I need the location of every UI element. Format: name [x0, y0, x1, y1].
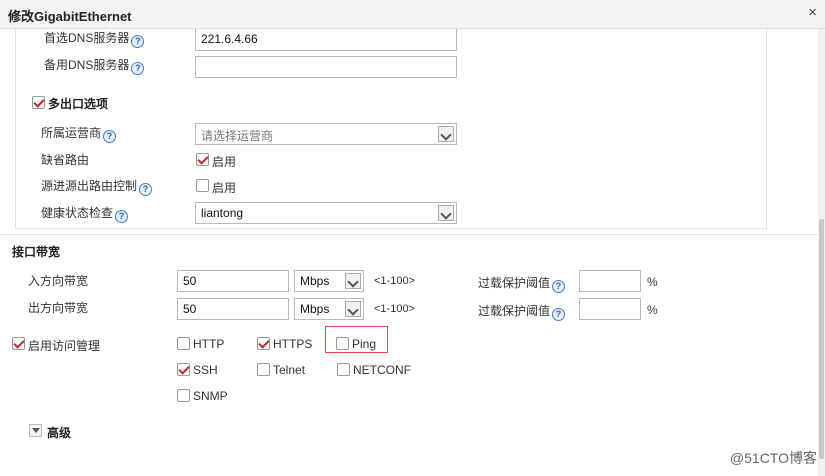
expand-triangle-icon[interactable] [29, 424, 42, 437]
health-check-select[interactable]: liantong [195, 202, 457, 224]
inbound-threshold-input[interactable] [579, 270, 641, 292]
multi-exit-label: 多出口选项 [48, 97, 109, 111]
bandwidth-section-label: 接口带宽 [12, 245, 61, 259]
access-management-checkbox[interactable] [12, 337, 25, 350]
inbound-bandwidth-input[interactable]: 50 [177, 270, 289, 292]
ssh-checkbox[interactable] [177, 363, 190, 376]
access-management-label: 启用访问管理 [28, 339, 101, 353]
help-icon[interactable]: ? [552, 308, 566, 321]
advanced-label[interactable]: 高级 [47, 424, 71, 441]
chevron-down-icon [345, 273, 361, 289]
dialog-content: 首选DNS服务器? 221.6.4.66 备用DNS服务器? 多出口选项 所属运… [0, 29, 818, 476]
inbound-range-hint: <1-100> [374, 275, 415, 287]
divider [0, 234, 818, 235]
ping-label: Ping [352, 337, 377, 351]
default-route-checkbox[interactable] [196, 153, 209, 166]
carrier-select[interactable]: 请选择运营商 [195, 123, 457, 145]
outbound-threshold-input[interactable] [579, 298, 641, 320]
health-check-label: 健康状态检查? [41, 204, 129, 223]
help-icon[interactable]: ? [131, 35, 145, 48]
help-icon[interactable]: ? [131, 62, 145, 75]
help-icon[interactable]: ? [552, 280, 566, 293]
primary-dns-label: 首选DNS服务器? [44, 29, 145, 48]
telnet-label: Telnet [273, 363, 306, 377]
netconf-label: NETCONF [353, 363, 411, 377]
https-label: HTTPS [273, 337, 313, 351]
snmp-label: SNMP [193, 389, 228, 403]
src-route-label: 源进源出路由控制? [41, 177, 153, 196]
scrollbar[interactable] [818, 29, 825, 476]
watermark: @51CTO博客 [729, 450, 817, 466]
http-label: HTTP [193, 337, 225, 351]
https-checkbox[interactable] [257, 337, 270, 350]
src-route-checkbox[interactable] [196, 179, 209, 192]
inbound-bandwidth-label: 入方向带宽 [28, 274, 89, 288]
secondary-dns-label: 备用DNS服务器? [44, 56, 145, 75]
inbound-unit-select[interactable]: Mbps [294, 270, 364, 292]
outbound-percent-sign: % [647, 303, 658, 317]
outbound-unit-select[interactable]: Mbps [294, 298, 364, 320]
chevron-down-icon [345, 301, 361, 317]
multi-exit-checkbox[interactable] [32, 96, 45, 109]
inbound-threshold-label: 过载保护阈值? [478, 274, 566, 293]
scrollbar-thumb[interactable] [819, 219, 824, 459]
netconf-checkbox[interactable] [337, 363, 350, 376]
outbound-bandwidth-input[interactable]: 50 [177, 298, 289, 320]
default-route-option: 启用 [212, 155, 237, 169]
default-route-label: 缺省路由 [41, 153, 90, 167]
ssh-label: SSH [193, 363, 218, 377]
chevron-down-icon [438, 126, 454, 142]
close-icon[interactable]: × [808, 5, 817, 21]
inbound-percent-sign: % [647, 275, 658, 289]
snmp-checkbox[interactable] [177, 389, 190, 402]
telnet-checkbox[interactable] [257, 363, 270, 376]
src-route-option: 启用 [212, 181, 237, 195]
ping-checkbox[interactable] [336, 337, 349, 350]
help-icon[interactable]: ? [103, 130, 117, 143]
dialog-titlebar: 修改GigabitEthernet × [0, 0, 825, 29]
dialog-title: 修改GigabitEthernet [8, 9, 132, 24]
chevron-down-icon [438, 205, 454, 221]
http-checkbox[interactable] [177, 337, 190, 350]
help-icon[interactable]: ? [139, 183, 153, 196]
help-icon[interactable]: ? [115, 210, 129, 223]
secondary-dns-input[interactable] [195, 56, 457, 78]
outbound-range-hint: <1-100> [374, 303, 415, 315]
outbound-bandwidth-label: 出方向带宽 [28, 301, 89, 315]
carrier-label: 所属运营商? [41, 124, 117, 143]
primary-dns-input[interactable]: 221.6.4.66 [195, 29, 457, 51]
outbound-threshold-label: 过载保护阈值? [478, 302, 566, 321]
